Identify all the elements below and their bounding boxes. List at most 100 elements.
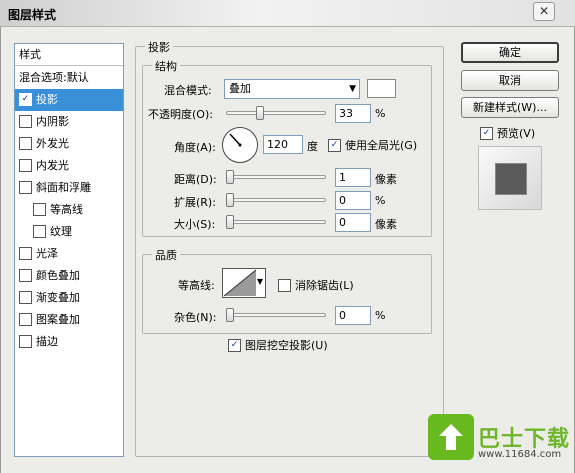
title-bar	[0, 0, 575, 27]
style-item-color-overlay[interactable]: 颜色叠加	[15, 265, 123, 287]
noise-label: 杂色(N):	[174, 311, 217, 324]
opacity-input[interactable]: 33	[335, 104, 371, 123]
spread-slider-track[interactable]	[226, 198, 326, 202]
quality-title: 品质	[152, 247, 180, 263]
structure-title: 结构	[152, 58, 180, 74]
blend-options-item[interactable]: 混合选项:默认	[15, 67, 123, 89]
shadow-color-swatch[interactable]	[367, 79, 396, 98]
style-item-gradient-overlay[interactable]: 渐变叠加	[15, 287, 123, 309]
style-item-drop-shadow[interactable]: 投影	[15, 89, 123, 111]
noise-input[interactable]: 0	[335, 306, 371, 325]
style-item-texture[interactable]: 纹理	[15, 221, 123, 243]
style-item-label: 等高线	[50, 203, 83, 216]
style-item-label: 纹理	[50, 225, 72, 238]
size-label: 大小(S):	[174, 218, 216, 231]
contour-checkbox[interactable]	[33, 202, 46, 216]
knockout-option[interactable]: 图层挖空投影(U)	[228, 337, 328, 353]
distance-unit: 像素	[375, 173, 397, 186]
chevron-down-icon: ▼	[349, 84, 356, 94]
opacity-label: 不透明度(O):	[148, 108, 213, 121]
satin-checkbox[interactable]	[19, 246, 32, 260]
angle-unit: 度	[307, 140, 318, 153]
global-light-checkbox[interactable]	[328, 138, 341, 152]
style-item-label: 内阴影	[36, 115, 69, 128]
style-item-inner-shadow[interactable]: 内阴影	[15, 111, 123, 133]
preview-label: 预览(V)	[497, 127, 536, 140]
style-item-outer-glow[interactable]: 外发光	[15, 133, 123, 155]
opacity-slider-thumb[interactable]	[256, 106, 264, 120]
style-item-label: 图案叠加	[36, 313, 80, 326]
angle-dial[interactable]	[222, 127, 258, 163]
gradient-overlay-checkbox[interactable]	[19, 290, 32, 304]
style-item-satin[interactable]: 光泽	[15, 243, 123, 265]
bevel-emboss-checkbox[interactable]	[19, 180, 32, 194]
spread-input[interactable]: 0	[335, 191, 371, 210]
preview-thumbnail	[478, 146, 542, 210]
inner-glow-checkbox[interactable]	[19, 158, 32, 172]
spread-label: 扩展(R):	[174, 196, 216, 209]
blend-mode-select[interactable]: 叠加 ▼	[224, 79, 360, 99]
contour-label: 等高线:	[178, 279, 215, 292]
close-button[interactable]: ✕	[533, 2, 555, 21]
antialias-option[interactable]: 消除锯齿(L)	[278, 277, 354, 293]
contour-picker[interactable]: ▼	[222, 268, 266, 298]
color-overlay-checkbox[interactable]	[19, 268, 32, 282]
style-item-label: 内发光	[36, 159, 69, 172]
global-light-label: 使用全局光(G)	[345, 139, 418, 152]
spread-unit: %	[375, 194, 386, 207]
outer-glow-checkbox[interactable]	[19, 136, 32, 150]
style-item-label: 斜面和浮雕	[36, 181, 91, 194]
noise-unit: %	[375, 309, 386, 322]
knockout-label: 图层挖空投影(U)	[245, 339, 328, 352]
pattern-overlay-checkbox[interactable]	[19, 312, 32, 326]
style-list-header[interactable]: 样式	[15, 44, 123, 66]
chevron-down-icon: ▼	[256, 277, 263, 286]
distance-slider-track[interactable]	[226, 175, 326, 179]
drop-shadow-title: 投影	[145, 39, 173, 55]
angle-needle-icon	[229, 133, 242, 147]
angle-input[interactable]: 120	[263, 135, 303, 154]
style-item-bevel-emboss[interactable]: 斜面和浮雕	[15, 177, 123, 199]
angle-label: 角度(A):	[174, 141, 216, 154]
drop-shadow-checkbox[interactable]	[19, 92, 32, 106]
watermark-url: www.11684.com	[478, 449, 562, 460]
new-style-button[interactable]: 新建样式(W)...	[461, 97, 559, 118]
style-item-stroke[interactable]: 描边	[15, 331, 123, 353]
style-item-label: 外发光	[36, 137, 69, 150]
window-title: 图层样式	[8, 8, 57, 22]
texture-checkbox[interactable]	[33, 224, 46, 238]
size-slider-thumb[interactable]	[226, 215, 234, 229]
arrow-icon	[439, 424, 463, 450]
blend-mode-value: 叠加	[229, 82, 251, 95]
noise-slider-thumb[interactable]	[226, 308, 234, 322]
blend-mode-label: 混合模式:	[164, 84, 212, 97]
size-slider-track[interactable]	[226, 220, 326, 224]
antialias-checkbox[interactable]	[278, 278, 291, 292]
noise-slider-track[interactable]	[226, 313, 326, 317]
distance-input[interactable]: 1	[335, 168, 371, 187]
spread-slider-thumb[interactable]	[226, 193, 234, 207]
style-item-label: 颜色叠加	[36, 269, 80, 282]
preview-checkbox[interactable]	[480, 126, 493, 140]
distance-label: 距离(D):	[174, 173, 217, 186]
brand-logo-icon	[428, 414, 474, 460]
distance-slider-thumb[interactable]	[226, 170, 234, 184]
size-unit: 像素	[375, 218, 397, 231]
style-item-label: 投影	[36, 93, 58, 106]
knockout-checkbox[interactable]	[228, 338, 241, 352]
antialias-label: 消除锯齿(L)	[295, 279, 354, 292]
cancel-button[interactable]: 取消	[461, 70, 559, 91]
opacity-slider-track[interactable]	[226, 111, 326, 115]
style-item-inner-glow[interactable]: 内发光	[15, 155, 123, 177]
opacity-unit: %	[375, 107, 386, 120]
style-item-label: 光泽	[36, 247, 58, 260]
size-input[interactable]: 0	[335, 213, 371, 232]
preview-option[interactable]: 预览(V)	[480, 125, 535, 141]
global-light-option[interactable]: 使用全局光(G)	[328, 137, 417, 153]
stroke-checkbox[interactable]	[19, 334, 32, 348]
ok-button[interactable]: 确定	[461, 42, 559, 63]
inner-shadow-checkbox[interactable]	[19, 114, 32, 128]
style-item-label: 描边	[36, 335, 58, 348]
style-item-contour[interactable]: 等高线	[15, 199, 123, 221]
style-item-pattern-overlay[interactable]: 图案叠加	[15, 309, 123, 331]
